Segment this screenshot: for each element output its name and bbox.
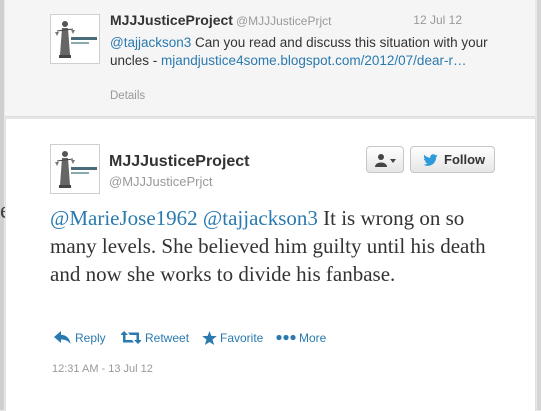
tweet-date[interactable]: 12 Jul 12 bbox=[413, 13, 462, 27]
retweet-icon bbox=[121, 331, 141, 344]
avatar[interactable] bbox=[50, 144, 100, 194]
dots-icon bbox=[276, 334, 296, 341]
mention-link[interactable]: @tajjackson3 bbox=[110, 35, 191, 50]
justice-statue-avatar-icon bbox=[51, 15, 99, 63]
twitter-bird-icon bbox=[423, 154, 438, 166]
star-icon bbox=[202, 331, 217, 345]
reply-arrow-icon bbox=[54, 331, 71, 344]
details-link[interactable]: Details bbox=[110, 90, 145, 102]
display-name[interactable]: MJJJusticeProject bbox=[109, 153, 250, 171]
more-label[interactable]: More bbox=[299, 331, 326, 345]
follow-label[interactable]: Follow bbox=[444, 152, 485, 167]
user-actions-dropdown[interactable] bbox=[366, 146, 404, 173]
url-link[interactable]: mjandjustice4some.blogspot.com/2012/07/d… bbox=[161, 53, 466, 68]
handle[interactable]: @MJJJusticePrjct bbox=[236, 14, 332, 28]
display-name[interactable]: MJJJusticeProject @MJJJusticePrjct bbox=[110, 12, 331, 28]
person-icon bbox=[375, 154, 396, 167]
avatar[interactable] bbox=[50, 14, 100, 64]
tweet-timestamp[interactable]: 12:31 AM - 13 Jul 12 bbox=[52, 363, 153, 375]
follow-button[interactable]: Follow bbox=[410, 146, 495, 173]
favorite-label[interactable]: Favorite bbox=[220, 331, 263, 345]
handle[interactable]: @MJJJusticePrjct bbox=[109, 174, 213, 189]
tweet-text: @tajjackson3 Can you read and discuss th… bbox=[110, 34, 495, 70]
tweet-text: @MarieJose1962 @tajjackson3 It is wrong … bbox=[50, 204, 500, 288]
display-name-text[interactable]: MJJJusticeProject bbox=[110, 12, 233, 28]
mention-link[interactable]: @MarieJose1962 bbox=[50, 206, 198, 230]
retweet-label[interactable]: Retweet bbox=[145, 331, 189, 345]
right-page-edge bbox=[537, 0, 541, 410]
reply-tweet[interactable]: MJJJusticeProject @MJJJusticePrjct 12 Jul… bbox=[5, 0, 535, 117]
mention-link[interactable]: @tajjackson3 bbox=[203, 206, 318, 230]
reply-label[interactable]: Reply bbox=[75, 331, 106, 345]
justice-statue-avatar-icon bbox=[51, 145, 99, 193]
main-tweet: MJJJusticeProject @MJJJusticePrjct Follo… bbox=[5, 118, 536, 411]
